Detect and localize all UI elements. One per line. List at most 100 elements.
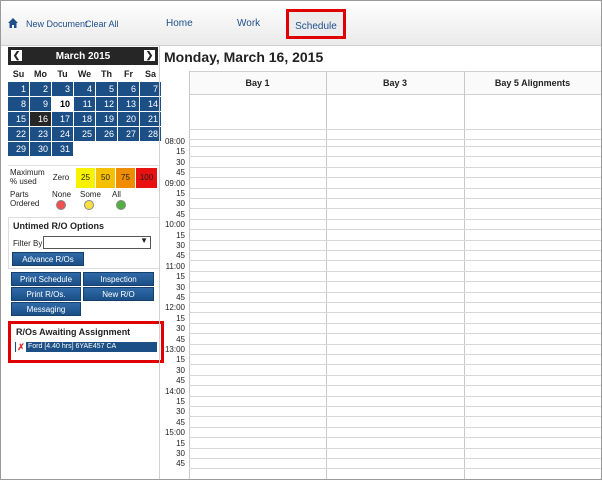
calendar-day[interactable]: 1 [8,82,29,96]
time-slot-label: 30 [176,407,185,417]
calendar-day[interactable]: 7 [140,82,161,96]
time-slot-row[interactable] [189,385,601,387]
calendar-day[interactable]: 3 [52,82,73,96]
time-slot-row[interactable] [189,468,601,470]
time-slot-row[interactable] [189,291,601,293]
time-slot-row[interactable] [189,374,601,376]
new-document-link[interactable]: New Document [26,19,88,29]
calendar-day[interactable]: 10 [52,97,73,111]
time-slot-row[interactable] [189,146,601,147]
time-slot-label: 45 [176,251,185,261]
awaiting-ro-item[interactable]: ✗ Ford [4.40 hrs] 6YAE457 CA [15,342,157,352]
time-slot-row[interactable] [189,166,601,168]
time-slot-row[interactable] [189,437,601,439]
time-slot-row[interactable] [189,447,601,449]
calendar-day[interactable]: 8 [8,97,29,111]
time-slot-row[interactable] [189,364,601,366]
calendar-day[interactable]: 25 [74,127,95,141]
calendar-dow: Th [101,69,112,79]
calendar-day[interactable]: 14 [140,97,161,111]
untimed-title: Untimed R/O Options [13,221,104,231]
time-slot-row[interactable] [189,458,601,459]
print-schedule-button[interactable]: Print Schedule [11,272,81,286]
usage-level-0: Zero [48,168,74,188]
time-slot-row[interactable] [189,198,601,199]
time-slot-row[interactable] [189,260,601,262]
calendar-day[interactable]: 31 [52,142,73,156]
calendar-day[interactable]: 23 [30,127,51,141]
time-slot-row[interactable] [189,187,601,189]
next-month-icon[interactable]: ❯ [144,50,155,61]
calendar-day[interactable]: 19 [96,112,117,126]
home-icon[interactable] [7,17,19,29]
time-slot-row[interactable] [189,426,601,428]
untimed-row-divider [189,139,601,140]
calendar-day[interactable]: 28 [140,127,161,141]
filter-by-select[interactable]: ▼ [43,236,151,249]
time-slot-row[interactable] [189,406,601,407]
time-slot-row[interactable] [189,239,601,241]
time-slot-row[interactable] [189,333,601,335]
calendar-day[interactable]: 29 [8,142,29,156]
calendar-day[interactable]: 15 [8,112,29,126]
remove-icon[interactable]: ✗ [16,342,26,352]
tab-home[interactable]: Home [166,18,193,29]
filter-by-label: Filter By [13,239,43,248]
time-slot-label: 14:00 [164,386,185,396]
time-slot-row[interactable] [189,312,601,314]
calendar-day[interactable]: 27 [118,127,139,141]
calendar-day[interactable]: 6 [118,82,139,96]
calendar-dow: Mo [34,69,47,79]
time-slot-label: 15 [176,397,185,406]
calendar-header: ❮ March 2015 ❯ [8,47,158,65]
calendar-day[interactable]: 18 [74,112,95,126]
time-slot-label: 15 [176,313,185,323]
time-slot-row[interactable] [189,354,601,355]
clear-all-link[interactable]: Clear All [85,19,119,29]
calendar-day[interactable]: 5 [96,82,117,96]
calendar-title: March 2015 [55,51,111,62]
time-slot-row[interactable] [189,322,601,324]
time-slot-row[interactable] [189,208,601,210]
calendar-day[interactable]: 26 [96,127,117,141]
calendar-day[interactable]: 9 [30,97,51,111]
time-slot-label: 12:00 [164,303,185,313]
calendar-day[interactable]: 12 [96,97,117,111]
calendar-day[interactable]: 4 [74,82,95,96]
untimed-ro-options: Untimed R/O Options Filter By ▼ Advance … [8,217,160,269]
messaging-button[interactable]: Messaging [11,302,81,316]
time-slot-row[interactable] [189,281,601,283]
time-slot-label: 15 [176,189,185,198]
calendar-day[interactable]: 22 [8,127,29,141]
time-slot-row[interactable] [189,250,601,251]
usage-level-3: 75 [116,168,135,188]
tab-schedule[interactable]: Schedule [286,9,346,39]
calendar-day[interactable]: 21 [140,112,161,126]
calendar-day[interactable]: 11 [74,97,95,111]
time-slot-row[interactable] [189,270,601,272]
inspection-button[interactable]: Inspection [83,272,154,286]
calendar-day[interactable]: 16 [30,112,51,126]
time-slot-row[interactable] [189,343,601,345]
calendar-day[interactable]: 13 [118,97,139,111]
tab-work[interactable]: Work [237,18,260,29]
time-slot-label: 30 [176,449,185,458]
calendar-day[interactable]: 24 [52,127,73,141]
advance-ros-button[interactable]: Advance R/Os [12,252,84,266]
new-ro-button[interactable]: New R/O [83,287,154,301]
calendar-day[interactable]: 17 [52,112,73,126]
time-slot-row[interactable] [189,218,601,220]
time-slot-row[interactable] [189,416,601,418]
time-slot-label: 09:00 [164,178,185,188]
time-slot-row[interactable] [189,177,601,179]
time-slot-row[interactable] [189,156,601,158]
time-slot-row[interactable] [189,229,601,231]
time-slot-row[interactable] [189,395,601,397]
time-slot-row[interactable] [189,302,601,303]
print-ros-button[interactable]: Print R/Os. [11,287,81,301]
calendar-day[interactable]: 20 [118,112,139,126]
calendar-day[interactable]: 2 [30,82,51,96]
max-used-label: Maximum % used [10,168,45,186]
calendar-day[interactable]: 30 [30,142,51,156]
parts-ordered-label: Parts Ordered [10,190,40,208]
